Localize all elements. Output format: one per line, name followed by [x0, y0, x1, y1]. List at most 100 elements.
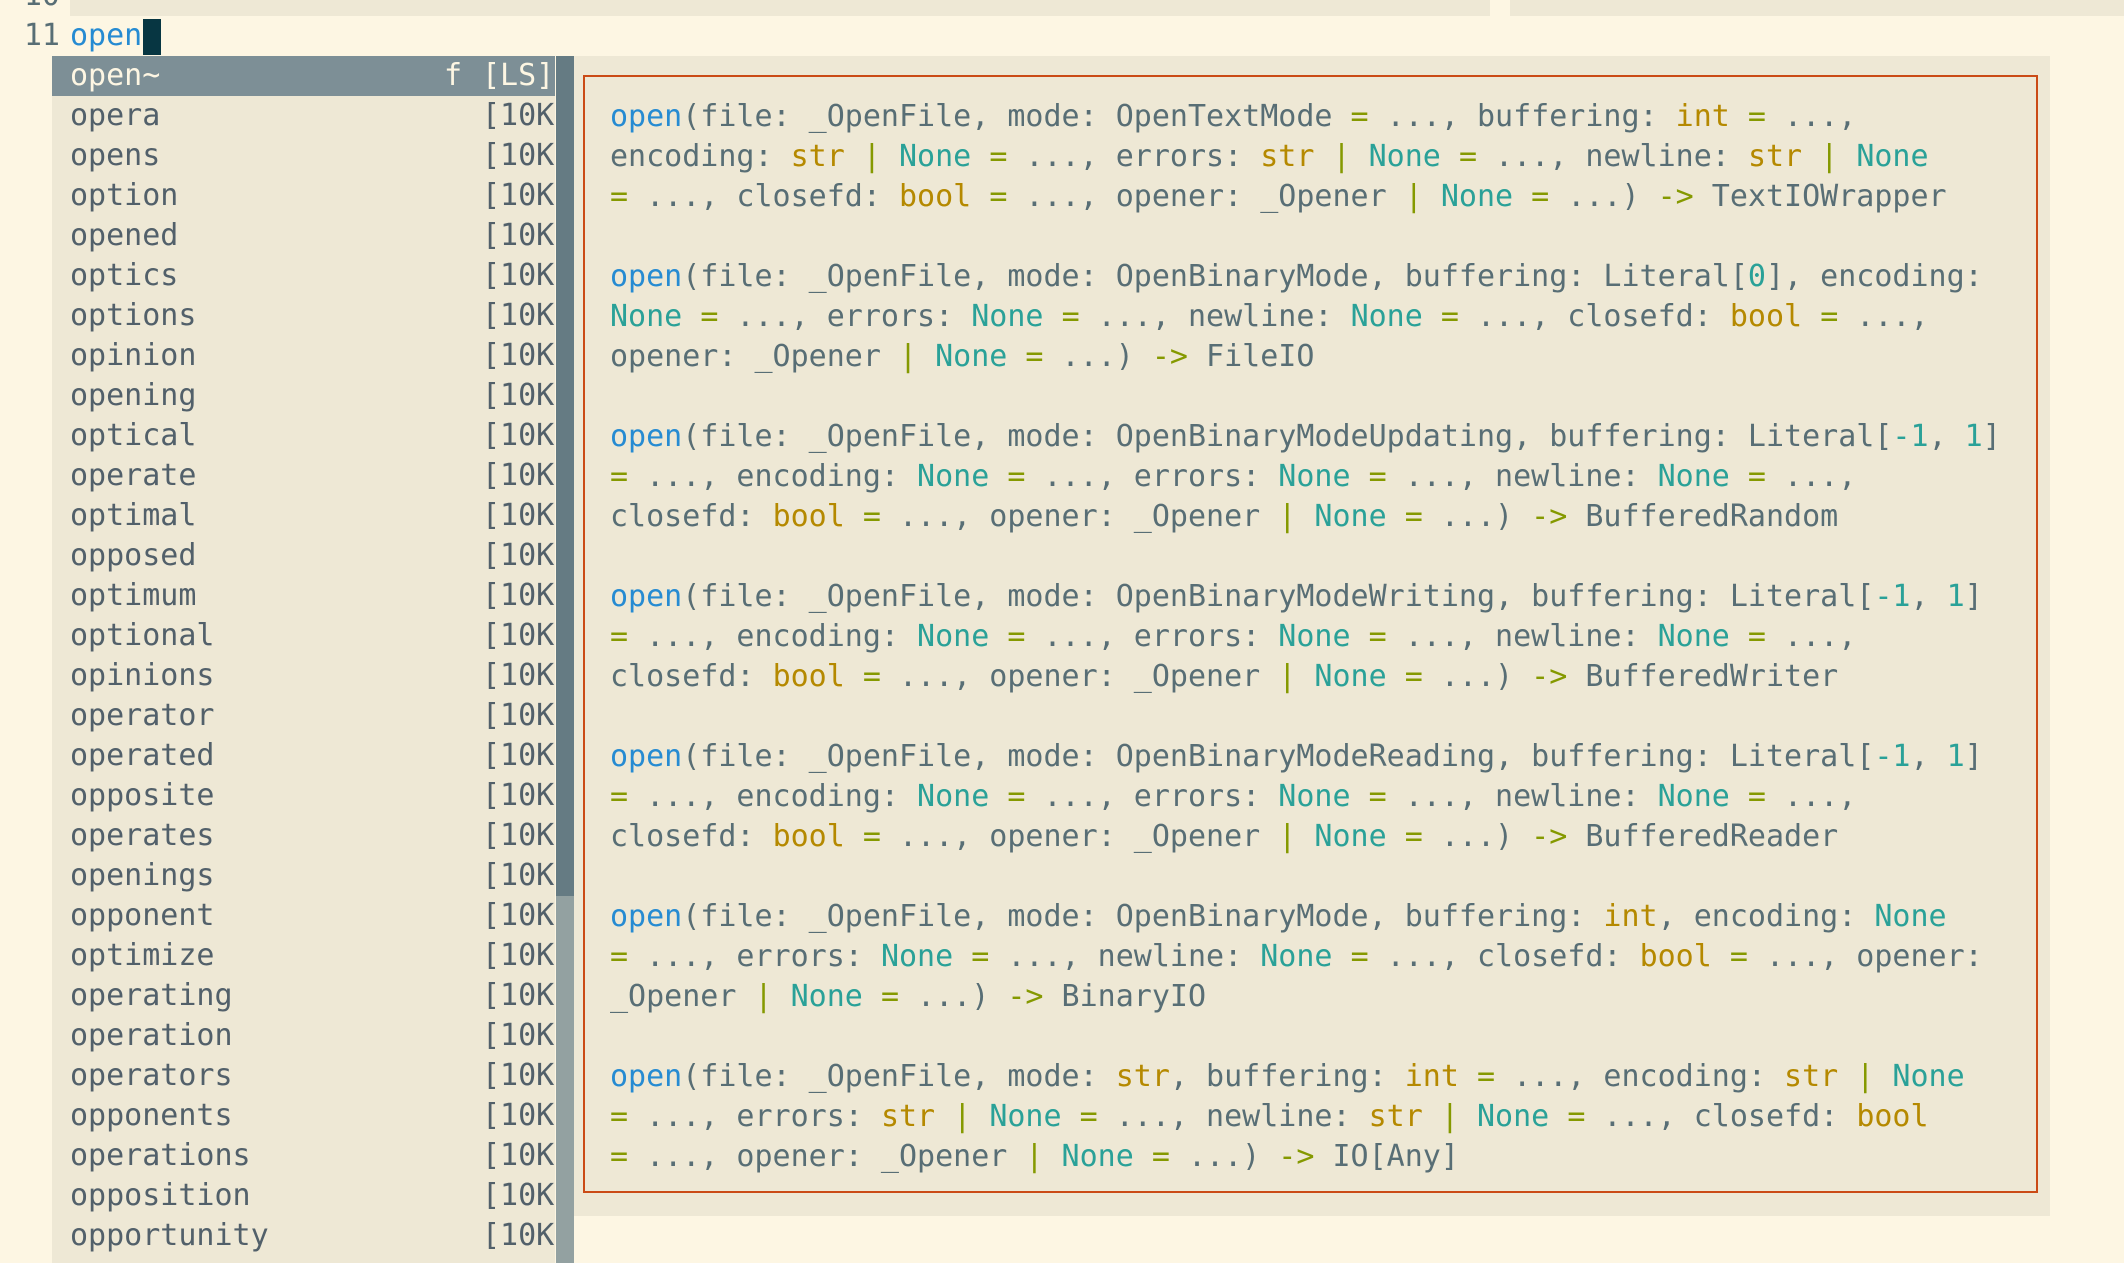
completion-word: operation	[70, 1018, 233, 1053]
signature-separator	[610, 537, 2020, 577]
completion-item[interactable]: optimize [10K]	[52, 936, 572, 976]
completion-item[interactable]: operating [10K]	[52, 976, 572, 1016]
signature-line: open(file: _OpenFile, mode: OpenBinaryMo…	[610, 579, 1983, 614]
completion-word: optics	[70, 258, 179, 293]
completion-word: open~	[70, 58, 161, 93]
completion-item[interactable]: opponent [10K]	[52, 896, 572, 936]
signature-separator	[610, 377, 2020, 417]
completion-item[interactable]: opera [10K]	[52, 96, 572, 136]
signature-separator	[610, 857, 2020, 897]
completion-item[interactable]: option [10K]	[52, 176, 572, 216]
completion-item[interactable]: opposition [10K]	[52, 1176, 572, 1216]
signature-line: opener: _Opener | None = ...) -> FileIO	[610, 339, 1315, 374]
completion-item[interactable]: optical [10K]	[52, 416, 572, 456]
completion-word: opening	[70, 378, 197, 413]
completion-item[interactable]: opinions [10K]	[52, 656, 572, 696]
previous-line-number: 10	[0, 0, 60, 16]
previous-line-strip-left	[70, 0, 1490, 16]
previous-line-strip-right	[1510, 0, 2124, 16]
completion-word: operate	[70, 458, 197, 493]
completion-item[interactable]: optimum [10K]	[52, 576, 572, 616]
completion-word: opened	[70, 218, 179, 253]
completion-word: operators	[70, 1058, 233, 1093]
completion-word: optical	[70, 418, 197, 453]
completion-word: openings	[70, 858, 215, 893]
completion-scrollbar[interactable]	[556, 56, 574, 1263]
signature-line: closefd: bool = ..., opener: _Opener | N…	[610, 819, 1839, 854]
signature-line: open(file: _OpenFile, mode: OpenBinaryMo…	[610, 259, 1983, 294]
completion-item[interactable]: opponents [10K]	[52, 1096, 572, 1136]
text-cursor	[143, 18, 162, 55]
completion-item[interactable]: optimal [10K]	[52, 496, 572, 536]
completion-word: opposite	[70, 778, 215, 813]
completion-item[interactable]: operate [10K]	[52, 456, 572, 496]
completion-item[interactable]: opportunity [10K]	[52, 1216, 572, 1256]
signature-line: = ..., opener: _Opener | None = ...) -> …	[610, 1139, 1459, 1174]
signature-separator	[610, 217, 2020, 257]
completion-word: opinions	[70, 658, 215, 693]
signature-separator	[610, 1017, 2020, 1057]
completion-word: options	[70, 298, 197, 333]
signature-line: = ..., closefd: bool = ..., opener: _Ope…	[610, 179, 1947, 214]
completion-item[interactable]: operator [10K]	[52, 696, 572, 736]
completion-item[interactable]: opposed [10K]	[52, 536, 572, 576]
completion-kind: f	[443, 58, 462, 93]
completion-word: optimum	[70, 578, 197, 613]
completion-item[interactable]: opened [10K]	[52, 216, 572, 256]
completion-item[interactable]: optics [10K]	[52, 256, 572, 296]
editor-current-line[interactable]: open	[70, 16, 162, 56]
completion-word: operates	[70, 818, 215, 853]
signature-line: open(file: _OpenFile, mode: OpenTextMode…	[610, 99, 1857, 134]
signature-separator	[610, 697, 2020, 737]
completion-item[interactable]: openings [10K]	[52, 856, 572, 896]
completion-item[interactable]: operators [10K]	[52, 1056, 572, 1096]
completion-item[interactable]: operation [10K]	[52, 1016, 572, 1056]
completion-word: operated	[70, 738, 215, 773]
completion-word: operating	[70, 978, 233, 1013]
completion-item[interactable]: opening [10K]	[52, 376, 572, 416]
signature-line: = ..., encoding: None = ..., errors: Non…	[610, 459, 1857, 494]
signature-line: = ..., encoding: None = ..., errors: Non…	[610, 619, 1857, 654]
signature-line: open(file: _OpenFile, mode: OpenBinaryMo…	[610, 419, 2001, 454]
completion-source: [LS]	[482, 58, 555, 93]
line-number: 11	[23, 18, 60, 53]
completion-item[interactable]: operated [10K]	[52, 736, 572, 776]
signature-line: = ..., encoding: None = ..., errors: Non…	[610, 779, 1857, 814]
signature-line: closefd: bool = ..., opener: _Opener | N…	[610, 659, 1839, 694]
completion-item[interactable]: open~ f [LS]	[52, 56, 555, 96]
completion-word: opposition	[70, 1178, 251, 1213]
completion-item[interactable]: opposite [10K]	[52, 776, 572, 816]
signature-line: open(file: _OpenFile, mode: OpenBinaryMo…	[610, 899, 1947, 934]
signature-line: closefd: bool = ..., opener: _Opener | N…	[610, 499, 1839, 534]
completion-item[interactable]: opinion [10K]	[52, 336, 572, 376]
completion-item[interactable]: options [10K]	[52, 296, 572, 336]
completion-item[interactable]: opens [10K]	[52, 136, 572, 176]
signature-line: _Opener | None = ...) -> BinaryIO	[610, 979, 1207, 1014]
completion-word: opera	[70, 98, 161, 133]
signature-line: = ..., errors: str | None = ..., newline…	[610, 1099, 1929, 1134]
completion-item[interactable]: operations [10K]	[52, 1136, 572, 1176]
completion-word: opportunity	[70, 1218, 269, 1253]
typed-text: open	[70, 18, 143, 53]
signature-line: open(file: _OpenFile, mode: str, bufferi…	[610, 1059, 1965, 1094]
completion-word: opponent	[70, 898, 215, 933]
completion-word: opinion	[70, 338, 197, 373]
completion-word: opposed	[70, 538, 197, 573]
completion-word: optional	[70, 618, 215, 653]
completion-word: option	[70, 178, 179, 213]
completion-word: operator	[70, 698, 215, 733]
completion-word: operations	[70, 1138, 251, 1173]
signature-line: None = ..., errors: None = ..., newline:…	[610, 299, 1929, 334]
completion-word: optimal	[70, 498, 197, 533]
completion-word: opponents	[70, 1098, 233, 1133]
signature-line: = ..., errors: None = ..., newline: None…	[610, 939, 1983, 974]
completion-word: optimize	[70, 938, 215, 973]
completion-word: opens	[70, 138, 161, 173]
signature-line: open(file: _OpenFile, mode: OpenBinaryMo…	[610, 739, 1983, 774]
signature-list: open(file: _OpenFile, mode: OpenTextMode…	[610, 97, 2020, 1177]
completion-scrollbar-thumb[interactable]	[556, 56, 574, 896]
completion-menu[interactable]: open~ f [LS] opera [10K] opens [10K] option [10K…	[52, 56, 572, 1263]
completion-item[interactable]: operates [10K]	[52, 816, 572, 856]
completion-item[interactable]: optional [10K]	[52, 616, 572, 656]
signature-line: encoding: str | None = ..., errors: str …	[610, 139, 1929, 174]
